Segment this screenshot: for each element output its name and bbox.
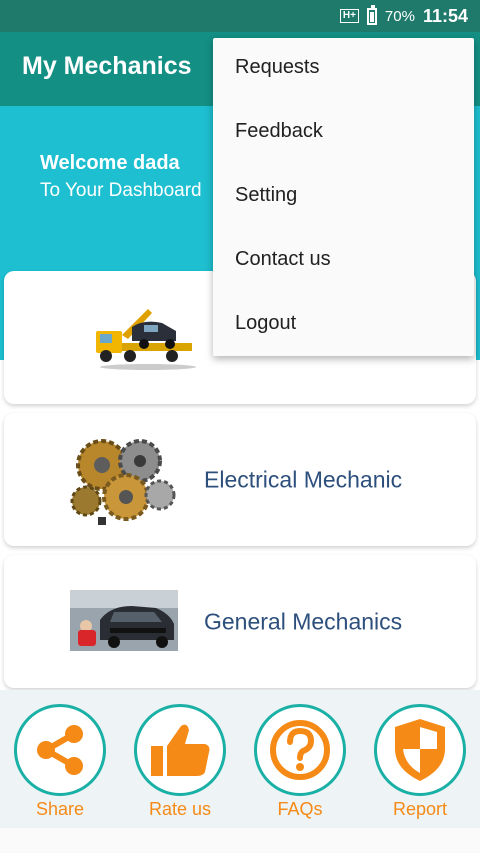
- report-label: Report: [392, 799, 448, 819]
- share-icon: [14, 704, 106, 796]
- bottom-strip: [0, 828, 480, 853]
- network-indicator: H+: [339, 9, 359, 23]
- menu-item-logout[interactable]: Logout: [213, 291, 474, 355]
- battery-icon: [366, 4, 377, 25]
- shield-icon: [374, 704, 466, 796]
- menu-item-contact-us[interactable]: Contact us: [213, 227, 474, 291]
- share-button[interactable]: Share: [13, 704, 107, 820]
- report-button[interactable]: Report: [373, 704, 467, 820]
- gears-image: [70, 439, 176, 525]
- overflow-menu: Requests Feedback Setting Contact us Log…: [213, 38, 474, 356]
- thumbs-up-icon: [134, 704, 226, 796]
- tow-truck-image: [96, 309, 196, 370]
- menu-item-feedback[interactable]: Feedback: [213, 99, 474, 163]
- general-mechanics-card[interactable]: General Mechanics: [4, 555, 476, 688]
- card-label: General Mechanics: [204, 608, 403, 634]
- clock: 11:54: [422, 5, 468, 26]
- battery-level: 70%: [384, 7, 415, 25]
- card-label: Electrical Mechanic: [204, 466, 403, 492]
- car-repair-image: [70, 590, 178, 651]
- app-title: My Mechanics: [22, 52, 192, 80]
- menu-item-setting[interactable]: Setting: [213, 163, 474, 227]
- faqs-button[interactable]: FAQs: [253, 704, 347, 820]
- faqs-label: FAQs: [277, 799, 323, 819]
- welcome-text: Welcome dada: [40, 152, 180, 174]
- dashboard-subtitle: To Your Dashboard: [40, 180, 202, 201]
- rate-us-label: Rate us: [148, 799, 212, 819]
- electrical-mechanic-card[interactable]: Electrical Mechanic: [4, 413, 476, 546]
- menu-item-requests[interactable]: Requests: [213, 35, 474, 99]
- rate-us-button[interactable]: Rate us: [133, 704, 227, 820]
- question-icon: [254, 704, 346, 796]
- status-bar: H+ 70% 11:54: [0, 0, 480, 32]
- share-label: Share: [35, 799, 85, 819]
